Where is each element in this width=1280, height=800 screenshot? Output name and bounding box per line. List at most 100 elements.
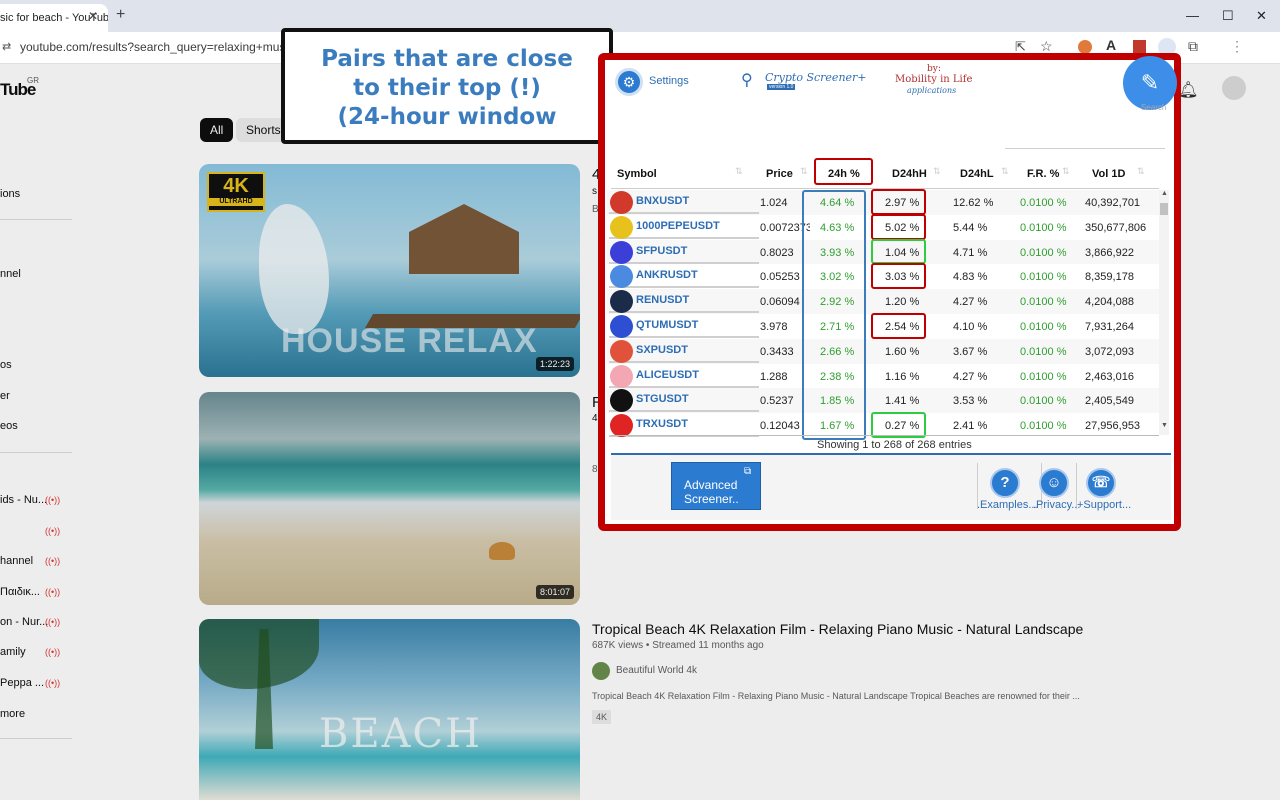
external-link-icon: ⧉ bbox=[744, 466, 752, 477]
d24hl-cell: 2.41 % bbox=[953, 420, 988, 433]
settings-gear-icon[interactable]: ⚙ bbox=[615, 68, 643, 96]
table-info: Showing 1 to 268 of 268 entries bbox=[817, 439, 972, 451]
scroll-down-icon[interactable]: ▼ bbox=[1161, 422, 1168, 429]
support-label[interactable]: +Support... bbox=[1077, 499, 1131, 511]
privacy-user-icon[interactable]: ☺ bbox=[1039, 468, 1069, 498]
table-bottom-border bbox=[611, 435, 1159, 436]
search-button-icon[interactable]: ✎ bbox=[1123, 56, 1177, 110]
sort-icon[interactable]: ⇅ bbox=[1062, 166, 1070, 177]
symbol-cell[interactable]: RENUSDT bbox=[636, 294, 689, 306]
volume-cell: 3,866,922 bbox=[1085, 246, 1134, 259]
highlight-d24hh-cell bbox=[871, 263, 926, 290]
tab-close-icon[interactable]: ✕ bbox=[88, 9, 98, 23]
coin-logo-icon bbox=[610, 191, 633, 214]
url-field[interactable]: youtube.com/results?search_query=relaxin… bbox=[20, 40, 311, 54]
symbol-cell[interactable]: ANKRUSDT bbox=[636, 269, 698, 281]
symbol-cell-shadow bbox=[609, 212, 759, 214]
volume-cell: 3,072,093 bbox=[1085, 345, 1134, 358]
coin-logo-icon bbox=[610, 240, 633, 264]
d24hl-cell: 12.62 % bbox=[953, 197, 994, 209]
settings-label[interactable]: Settings bbox=[649, 75, 689, 87]
close-window-icon[interactable]: ✕ bbox=[1256, 8, 1267, 24]
advanced-button-line: Screener.. bbox=[684, 492, 739, 506]
d24hl-cell: 4.71 % bbox=[953, 246, 988, 259]
volume-cell: 2,463,016 bbox=[1085, 370, 1134, 383]
volume-cell: 7,931,264 bbox=[1085, 321, 1134, 333]
examples-label[interactable]: .Examples... bbox=[977, 499, 1038, 511]
symbol-cell[interactable]: STGUSDT bbox=[636, 393, 689, 405]
symbol-cell[interactable]: TRXUSDT bbox=[636, 418, 688, 430]
highlight-d24hh-cell bbox=[871, 238, 926, 265]
screener-logo-icon: ⚲ bbox=[741, 72, 753, 89]
col-header-d24hl[interactable]: D24hL bbox=[960, 168, 994, 180]
font-extension-icon[interactable]: A bbox=[1106, 37, 1116, 53]
funding-rate-cell: 0.0100 % bbox=[1020, 296, 1067, 309]
d24hl-cell: 3.53 % bbox=[953, 395, 988, 408]
symbol-cell[interactable]: SFPUSDT bbox=[636, 245, 687, 257]
col-header-fr[interactable]: F.R. % bbox=[1027, 168, 1059, 180]
sort-icon[interactable]: ⇅ bbox=[1001, 166, 1009, 177]
app-name: Crypto Screener+ bbox=[765, 71, 867, 84]
d24hl-cell: 5.44 % bbox=[953, 221, 988, 234]
symbol-cell[interactable]: SXPUSDT bbox=[636, 344, 688, 356]
site-info-icon[interactable]: ⇄ bbox=[2, 40, 11, 53]
symbol-cell-shadow bbox=[609, 261, 759, 264]
scroll-up-icon[interactable]: ▲ bbox=[1161, 190, 1168, 197]
col-header-vol[interactable]: Vol 1D bbox=[1092, 168, 1125, 180]
crypto-screener-popup: ⚙ Settings ⚲ Crypto Screener+ version 1.… bbox=[607, 56, 1177, 521]
funding-rate-cell: 0.0100 % bbox=[1020, 271, 1067, 284]
callout-line: Pairs that are close bbox=[321, 46, 573, 72]
highlight-d24hh-cell bbox=[871, 313, 926, 339]
symbol-cell-shadow bbox=[609, 385, 759, 388]
highlight-24h-column bbox=[802, 190, 866, 440]
highlight-24h-header bbox=[814, 158, 873, 185]
symbol-cell-shadow bbox=[609, 286, 759, 289]
d24hl-cell: 4.27 % bbox=[953, 296, 988, 309]
coin-logo-icon bbox=[610, 339, 633, 363]
symbol-cell[interactable]: ALICEUSDT bbox=[636, 369, 699, 381]
d24hl-cell: 4.83 % bbox=[953, 271, 988, 284]
puzzle-extensions-icon[interactable]: ⧉ bbox=[1188, 38, 1198, 55]
table-scrollbar[interactable] bbox=[1159, 190, 1169, 435]
sort-icon[interactable]: ⇅ bbox=[800, 166, 808, 177]
symbol-cell[interactable]: BNXUSDT bbox=[636, 195, 689, 207]
minimize-icon[interactable]: — bbox=[1186, 8, 1199, 23]
d24hh-cell: 1.20 % bbox=[885, 296, 920, 309]
col-header-price[interactable]: Price bbox=[766, 168, 793, 180]
d24hh-cell: 1.41 % bbox=[885, 395, 920, 408]
advanced-screener-button[interactable]: Advanced Screener.. ⧉ bbox=[671, 462, 761, 510]
volume-cell: 27,956,953 bbox=[1085, 420, 1141, 433]
support-phone-icon[interactable]: ☏ bbox=[1086, 468, 1116, 498]
funding-rate-cell: 0.0100 % bbox=[1020, 246, 1067, 259]
col-header-symbol[interactable]: Symbol bbox=[617, 168, 657, 180]
extension-icon[interactable] bbox=[1078, 40, 1092, 54]
sort-icon[interactable]: ⇅ bbox=[933, 166, 941, 177]
funding-rate-cell: 0.0100 % bbox=[1020, 420, 1067, 433]
new-tab-icon[interactable]: + bbox=[116, 6, 125, 24]
d24hh-cell: 1.60 % bbox=[885, 345, 920, 358]
col-header-d24hh[interactable]: D24hH bbox=[892, 168, 927, 180]
funding-rate-cell: 0.0100 % bbox=[1020, 370, 1067, 383]
volume-cell: 350,677,806 bbox=[1085, 221, 1147, 234]
d24hl-cell: 4.10 % bbox=[953, 321, 988, 333]
examples-help-icon[interactable]: ? bbox=[990, 468, 1020, 498]
maximize-icon[interactable]: ☐ bbox=[1222, 8, 1234, 24]
browser-menu-icon[interactable]: ⋮ bbox=[1230, 38, 1244, 55]
search-label[interactable]: Search bbox=[1141, 103, 1166, 112]
app-version: version 1.0 bbox=[767, 84, 796, 90]
highlight-d24hh-cell bbox=[871, 189, 926, 215]
extension-red-icon[interactable] bbox=[1133, 40, 1146, 53]
funding-rate-cell: 0.0100 % bbox=[1020, 345, 1067, 358]
funding-rate-cell: 0.0100 % bbox=[1020, 321, 1067, 333]
annotation-callout: Pairs that are close to their top (!) (2… bbox=[281, 28, 613, 144]
scroll-thumb[interactable] bbox=[1160, 203, 1168, 215]
filter-underline bbox=[1005, 148, 1165, 149]
symbol-cell[interactable]: 1000PEPEUSDT bbox=[636, 220, 720, 232]
symbol-cell[interactable]: QTUMUSDT bbox=[636, 319, 698, 331]
privacy-label[interactable]: .Privacy... bbox=[1033, 499, 1080, 511]
symbol-cell-shadow bbox=[609, 236, 759, 239]
callout-line: to their top (!) bbox=[353, 75, 541, 101]
sort-icon[interactable]: ⇅ bbox=[1137, 166, 1145, 177]
by-label: by: bbox=[927, 64, 941, 74]
sort-icon[interactable]: ⇅ bbox=[735, 166, 743, 177]
